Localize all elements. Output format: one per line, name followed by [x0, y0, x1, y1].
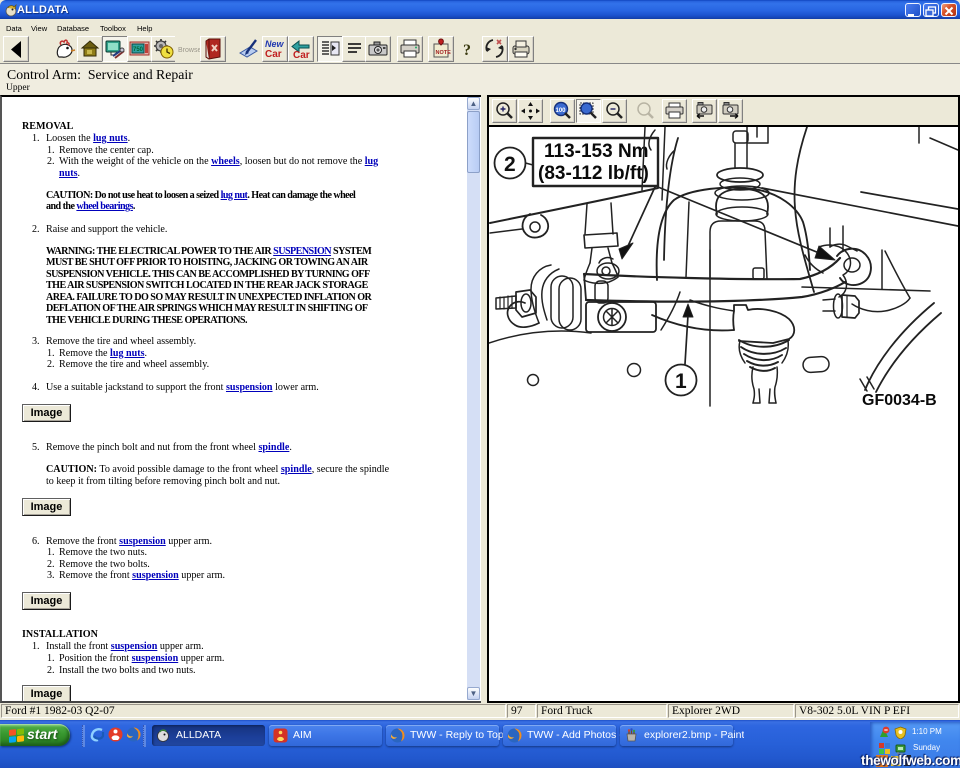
svg-text:Car: Car — [265, 49, 282, 60]
svg-text:Browse: Browse — [178, 47, 200, 54]
svg-text:1: 1 — [675, 370, 687, 393]
svg-text:?: ? — [463, 42, 471, 59]
svg-text:113-153 Nm: 113-153 Nm — [544, 141, 649, 162]
svg-text:750: 750 — [133, 47, 144, 53]
svg-text:Car: Car — [293, 50, 310, 61]
svg-text:2: 2 — [504, 153, 516, 176]
svg-text:GF0034-B: GF0034-B — [862, 392, 937, 409]
svg-text:NOTE: NOTE — [436, 50, 452, 56]
svg-text:(83-112 lb/ft): (83-112 lb/ft) — [538, 163, 649, 184]
svg-text:New: New — [265, 39, 285, 49]
svg-text:100: 100 — [556, 108, 567, 114]
